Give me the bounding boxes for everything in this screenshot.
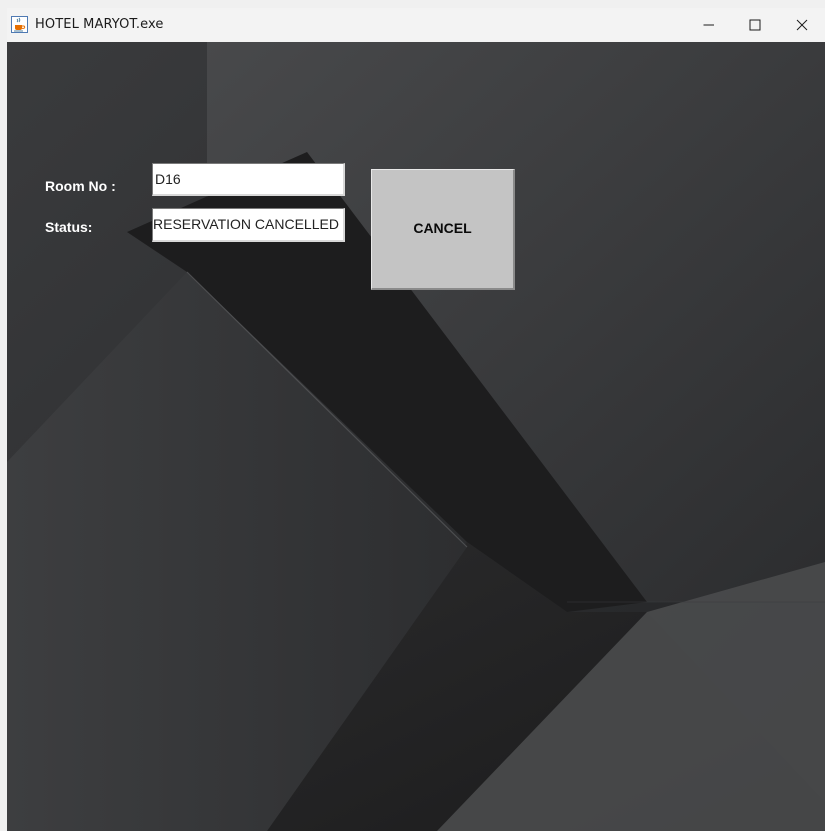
- minimize-button[interactable]: [686, 8, 732, 42]
- close-icon: [796, 19, 808, 31]
- status-field[interactable]: RESERVATION CANCELLED: [152, 208, 345, 242]
- background-image: [7, 42, 825, 831]
- content-panel: Room No : Status: D16 RESERVATION CANCEL…: [7, 42, 825, 831]
- maximize-button[interactable]: [732, 8, 778, 42]
- app-window: HOTEL MARYOT.exe Room No: Status: D16 R…: [7, 8, 825, 831]
- title-bar[interactable]: HOTEL MARYOT.exe: [7, 8, 825, 42]
- status-label: Status:: [45, 219, 93, 235]
- minimize-icon: [703, 24, 714, 26]
- cancel-button[interactable]: CANCEL: [371, 169, 515, 290]
- room-no-label: Room No :: [45, 178, 116, 194]
- status-value: RESERVATION CANCELLED: [153, 216, 339, 232]
- java-cup-icon: [11, 16, 28, 33]
- close-button[interactable]: [779, 8, 825, 42]
- room-no-input[interactable]: D16: [152, 163, 345, 196]
- window-title: HOTEL MARYOT.exe: [35, 17, 164, 32]
- maximize-icon: [749, 19, 761, 31]
